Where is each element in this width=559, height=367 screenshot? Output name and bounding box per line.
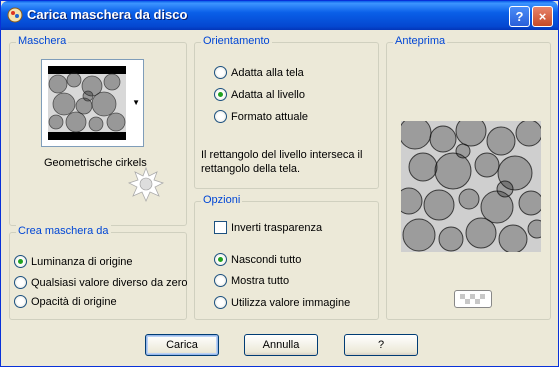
radio-luminanza[interactable]: Luminanza di origine bbox=[14, 255, 133, 268]
maschera-group-title: Maschera bbox=[16, 35, 69, 47]
mascot-splash-icon bbox=[127, 166, 165, 202]
radio-indicator[interactable] bbox=[14, 276, 27, 289]
checkbox-label: Inverti trasparenza bbox=[231, 221, 323, 234]
cancel-button[interactable]: Annulla bbox=[244, 334, 318, 356]
preview-toggle-button[interactable] bbox=[454, 290, 492, 308]
crea-group-title: Crea maschera da bbox=[16, 225, 111, 237]
radio-label: Formato attuale bbox=[231, 110, 309, 123]
opzioni-group-title: Opzioni bbox=[201, 194, 243, 206]
mask-thumbnail bbox=[48, 66, 126, 140]
radio-adatta-tela[interactable]: Adatta alla tela bbox=[214, 66, 304, 79]
radio-label: Utilizza valore immagine bbox=[231, 296, 351, 309]
title-help-button[interactable]: ? bbox=[509, 6, 530, 27]
radio-label: Adatta alla tela bbox=[231, 66, 304, 79]
radio-label: Adatta al livello bbox=[231, 88, 305, 101]
radio-label: Qualsiasi valore diverso da zero bbox=[31, 276, 188, 289]
preview-grid-icon bbox=[460, 294, 485, 304]
title-close-button[interactable]: × bbox=[532, 6, 553, 27]
radio-mostra-tutto[interactable]: Mostra tutto bbox=[214, 274, 289, 287]
radio-label: Nascondi tutto bbox=[231, 253, 302, 266]
radio-indicator[interactable] bbox=[214, 296, 227, 309]
window-title: Carica maschera da disco bbox=[27, 7, 188, 22]
invert-transparency-checkbox[interactable]: Inverti trasparenza bbox=[214, 221, 322, 234]
radio-label: Opacità di origine bbox=[31, 295, 117, 308]
dropdown-arrow-icon[interactable]: ▼ bbox=[132, 98, 140, 107]
radio-formato-attuale[interactable]: Formato attuale bbox=[214, 110, 308, 123]
app-icon bbox=[7, 7, 23, 23]
mask-picker[interactable]: ▼ bbox=[41, 59, 144, 147]
radio-adatta-livello[interactable]: Adatta al livello bbox=[214, 88, 305, 101]
orientamento-note: Il rettangolo del livello interseca il r… bbox=[201, 149, 363, 175]
radio-indicator[interactable] bbox=[214, 110, 227, 123]
mask-preview-image bbox=[401, 121, 541, 252]
radio-label: Luminanza di origine bbox=[31, 255, 133, 268]
anteprima-group-title: Anteprima bbox=[393, 35, 448, 47]
radio-nascondi-tutto[interactable]: Nascondi tutto bbox=[214, 253, 301, 266]
radio-indicator[interactable] bbox=[214, 274, 227, 287]
radio-indicator[interactable] bbox=[214, 88, 227, 101]
help-icon: ? bbox=[515, 9, 524, 24]
radio-qualsiasi-valore[interactable]: Qualsiasi valore diverso da zero bbox=[14, 276, 188, 289]
radio-indicator[interactable] bbox=[14, 255, 27, 268]
radio-label: Mostra tutto bbox=[231, 274, 290, 287]
title-bar[interactable]: Carica maschera da disco ? × bbox=[1, 1, 558, 30]
radio-utilizza-valore[interactable]: Utilizza valore immagine bbox=[214, 296, 350, 309]
radio-opacita[interactable]: Opacità di origine bbox=[14, 295, 117, 308]
close-icon: × bbox=[538, 9, 547, 24]
radio-indicator[interactable] bbox=[214, 66, 227, 79]
load-button[interactable]: Carica bbox=[145, 334, 219, 356]
orientamento-group-title: Orientamento bbox=[201, 35, 272, 47]
checkbox-box[interactable] bbox=[214, 221, 227, 234]
dialog-window: Carica maschera da disco ? × Maschera ▼ … bbox=[0, 0, 559, 367]
help-button[interactable]: ? bbox=[344, 334, 418, 356]
radio-indicator[interactable] bbox=[214, 253, 227, 266]
radio-indicator[interactable] bbox=[14, 295, 27, 308]
